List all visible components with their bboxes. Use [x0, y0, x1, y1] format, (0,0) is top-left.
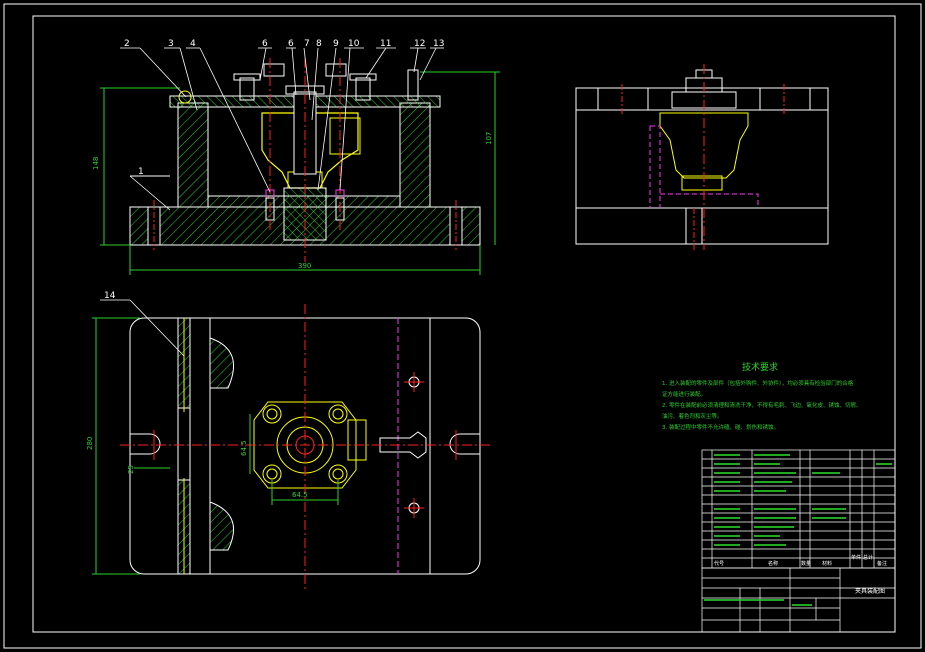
tech-req-lines: 1. 进入装配的零件及部件（包括外购件、外协件），均必须具有检验部门的合格 证方… — [662, 379, 862, 431]
dim-slot-width: 25 — [127, 465, 135, 474]
tech-req-line: 证方能进行装配。 — [662, 390, 706, 398]
header-name: 名称 — [768, 560, 778, 567]
dim-overall-height-left: 148 — [92, 157, 100, 170]
dim-overall-height-right: 107 — [485, 132, 493, 145]
plan-view — [92, 304, 490, 590]
front-view — [100, 58, 500, 275]
tech-req-line: 3. 装配过程中零件不允许磕、碰、划伤和锈蚀。 — [662, 423, 779, 431]
part-label-11: 11 — [380, 39, 391, 49]
part-label-10: 10 — [348, 39, 360, 49]
side-view — [575, 64, 829, 250]
drawing-canvas: 148 107 390 2 3 4 6 6 7 8 9 10 11 12 13 … — [0, 0, 925, 652]
part-callouts: 2 3 4 6 6 7 8 9 10 11 12 13 1 14 — [104, 39, 444, 301]
part-label-3: 3 — [168, 39, 174, 49]
outer-frame — [3, 3, 922, 649]
header-qty: 数量 — [801, 560, 811, 567]
part-label-2: 2 — [124, 39, 130, 49]
header-material: 材料 — [822, 560, 832, 567]
dim-bolt-square-h: 64.5 — [292, 491, 308, 499]
dim-bolt-square-v: 64.5 — [240, 440, 248, 456]
drawing-name: 夹具装配图 — [855, 587, 885, 595]
part-label-1: 1 — [138, 167, 144, 177]
tech-req-line: 2. 零件在装配前必须清理和清洗干净，不得有毛刺、飞边、氧化皮、锈蚀、切屑、 — [662, 401, 862, 409]
part-label-6a: 6 — [262, 39, 268, 49]
part-label-4: 4 — [190, 39, 196, 49]
header-note: 备注 — [877, 560, 887, 567]
part-label-7: 7 — [304, 39, 310, 49]
part-label-14: 14 — [104, 291, 116, 301]
part-label-8: 8 — [316, 39, 322, 49]
part-label-12: 12 — [414, 39, 425, 49]
header-weight-single: 单件 — [851, 554, 861, 561]
header-weight-total: 总计 — [863, 554, 873, 561]
dim-overall-width: 390 — [298, 262, 311, 270]
left-upright — [177, 102, 209, 208]
part-label-6b: 6 — [288, 39, 294, 49]
tech-req-title: 技术要求 — [742, 361, 778, 373]
header-code: 代号 — [714, 560, 724, 567]
part-label-13: 13 — [433, 39, 444, 49]
right-upright — [399, 102, 431, 208]
tech-req-line: 1. 进入装配的零件及部件（包括外购件、外协件），均必须具有检验部门的合格 — [662, 379, 854, 387]
inner-frame — [32, 15, 896, 633]
dim-plan-height: 280 — [86, 437, 94, 450]
part-label-9: 9 — [333, 39, 339, 49]
tech-req-line: 油污、着色剂和灰尘等。 — [662, 412, 723, 420]
